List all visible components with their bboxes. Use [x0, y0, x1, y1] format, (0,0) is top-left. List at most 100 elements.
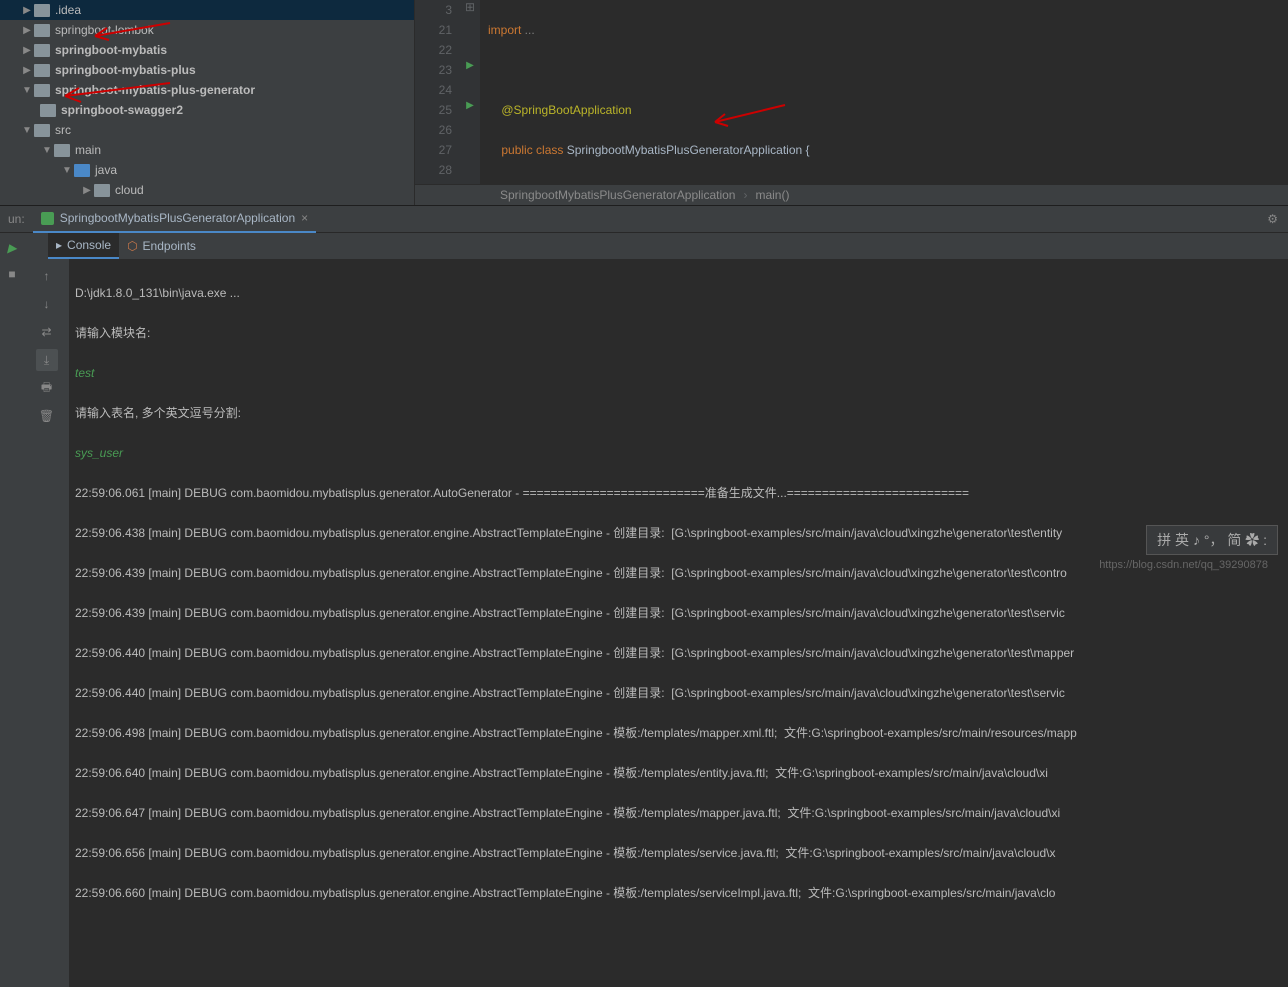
tree-label: springboot-mybatis-plus	[55, 63, 196, 77]
line-number: 25	[415, 100, 452, 120]
keyword: public	[501, 143, 536, 157]
endpoints-tab[interactable]: ⬡ Endpoints	[119, 233, 204, 259]
console-output[interactable]: D:\jdk1.8.0_131\bin\java.exe ... 请输入模块名:…	[69, 259, 1288, 987]
tree-label: java	[95, 163, 117, 177]
console-toolbar: ↑ ↓ ⇄ ⤓ 🖶 🗑	[24, 259, 69, 987]
wrap-button[interactable]: ⇄	[36, 321, 58, 343]
line-number: 23	[415, 60, 452, 80]
folder-icon	[34, 4, 50, 17]
console-line: 请输入表名, 多个英文逗号分割:	[75, 403, 1282, 423]
breadcrumb-item[interactable]: main()	[755, 188, 789, 202]
console-tabs: ▸ Console ⬡ Endpoints	[24, 233, 1288, 259]
rerun-button[interactable]: ▶	[1, 237, 23, 259]
run-config-icon	[41, 212, 54, 225]
console-line: 请输入模块名:	[75, 323, 1282, 343]
gear-icon[interactable]: ⚙	[1267, 212, 1278, 226]
console-line: 22:59:06.440 [main] DEBUG com.baomidou.m…	[75, 683, 1282, 703]
folder-icon	[40, 104, 56, 117]
clear-button[interactable]: 🗑	[36, 405, 58, 427]
up-button[interactable]: ↑	[36, 265, 58, 287]
print-button[interactable]: 🖶	[36, 377, 58, 399]
line-number: 21	[415, 20, 452, 40]
tree-item-mybatisplus[interactable]: springboot-mybatis-plus	[0, 60, 414, 80]
code-content[interactable]: import ... @SpringBootApplication public…	[480, 0, 1288, 184]
run-tabs-bar: un: SpringbootMybatisPlusGeneratorApplic…	[0, 205, 1288, 233]
run-config-tab[interactable]: SpringbootMybatisPlusGeneratorApplicatio…	[33, 205, 316, 233]
tree-item-mybatis[interactable]: springboot-mybatis	[0, 40, 414, 60]
editor-area: 3 21 22 23 24 25 26 27 28 ⊞ ▶ ▶ import .…	[415, 0, 1288, 205]
console-input: test	[75, 363, 1282, 383]
console-tab[interactable]: ▸ Console	[48, 233, 119, 259]
run-class-icon[interactable]: ▶	[460, 60, 480, 80]
folder-icon	[34, 84, 50, 97]
chevron-down-icon	[20, 85, 34, 96]
console-line: 22:59:06.439 [main] DEBUG com.baomidou.m…	[75, 603, 1282, 623]
breadcrumb-bar[interactable]: SpringbootMybatisPlusGeneratorApplicatio…	[415, 184, 1288, 205]
run-label: un:	[0, 212, 33, 226]
chevron-right-icon	[20, 65, 34, 76]
watermark-url: https://blog.csdn.net/qq_39290878	[1099, 559, 1268, 571]
close-icon[interactable]: ×	[301, 211, 308, 225]
project-tree[interactable]: .idea springboot-lombok springboot-mybat…	[0, 0, 415, 205]
console-tab-label: Console	[67, 238, 111, 252]
line-number: 27	[415, 140, 452, 160]
console-input: sys_user	[75, 443, 1282, 463]
breadcrumb-separator: ›	[743, 188, 747, 202]
gutter-icons: ⊞ ▶ ▶	[460, 0, 480, 184]
watermark-url-text: https://blog.csdn.net/qq_39290878	[1099, 559, 1268, 571]
folder-icon	[54, 144, 70, 157]
scroll-to-end-button[interactable]: ⤓	[36, 349, 58, 371]
tree-item-cloud[interactable]: cloud	[0, 180, 414, 200]
console-line: 22:59:06.440 [main] DEBUG com.baomidou.m…	[75, 643, 1282, 663]
folder-icon	[94, 184, 110, 197]
chevron-down-icon	[20, 125, 34, 136]
console-line: 22:59:06.438 [main] DEBUG com.baomidou.m…	[75, 523, 1282, 543]
run-method-icon[interactable]: ▶	[460, 100, 480, 120]
folder-icon	[34, 64, 50, 77]
breadcrumb-item[interactable]: SpringbootMybatisPlusGeneratorApplicatio…	[500, 188, 735, 202]
tree-item-swagger[interactable]: springboot-swagger2	[0, 100, 414, 120]
tree-label: springboot-mybatis	[55, 43, 167, 57]
keyword: import	[488, 23, 521, 37]
tree-label: springboot-lombok	[55, 23, 154, 37]
tree-label: springboot-mybatis-plus-generator	[55, 83, 255, 97]
line-number: 26	[415, 120, 452, 140]
tree-label: .idea	[55, 3, 81, 17]
chevron-right-icon	[20, 5, 34, 16]
tree-label: src	[55, 123, 71, 137]
tree-item-src[interactable]: src	[0, 120, 414, 140]
keyword: class	[536, 143, 567, 157]
folder-icon	[34, 124, 50, 137]
tree-item-java[interactable]: java	[0, 160, 414, 180]
console-icon: ▸	[56, 238, 62, 252]
stop-button[interactable]: ■	[1, 263, 23, 285]
chevron-right-icon	[80, 185, 94, 196]
annotation: @SpringBootApplication	[501, 103, 631, 117]
run-config-label: SpringbootMybatisPlusGeneratorApplicatio…	[60, 211, 295, 225]
code-editor[interactable]: 3 21 22 23 24 25 26 27 28 ⊞ ▶ ▶ import .…	[415, 0, 1288, 184]
tree-item-lombok[interactable]: springboot-lombok	[0, 20, 414, 40]
console-line: 22:59:06.656 [main] DEBUG com.baomidou.m…	[75, 843, 1282, 863]
code-text: ...	[521, 23, 534, 37]
endpoints-icon: ⬡	[127, 239, 137, 253]
chevron-down-icon	[40, 145, 54, 156]
line-gutter: 3 21 22 23 24 25 26 27 28	[415, 0, 460, 184]
console-line: 22:59:06.061 [main] DEBUG com.baomidou.m…	[75, 483, 1282, 503]
line-number: 28	[415, 160, 452, 180]
chevron-down-icon	[60, 165, 74, 176]
line-number: 22	[415, 40, 452, 60]
watermark-text: 拼 英 ♪ °， 简 ✿ :	[1157, 532, 1267, 548]
fold-icon[interactable]: ⊞	[460, 0, 480, 20]
tree-label: main	[75, 143, 101, 157]
endpoints-tab-label: Endpoints	[143, 239, 196, 253]
console-line: 22:59:06.647 [main] DEBUG com.baomidou.m…	[75, 803, 1282, 823]
folder-icon	[74, 164, 90, 177]
tree-item-idea[interactable]: .idea	[0, 0, 414, 20]
tree-item-generator[interactable]: springboot-mybatis-plus-generator	[0, 80, 414, 100]
chevron-right-icon	[20, 25, 34, 36]
watermark: 拼 英 ♪ °， 简 ✿ :	[1146, 525, 1278, 555]
console-line: 22:59:06.660 [main] DEBUG com.baomidou.m…	[75, 883, 1282, 903]
console-line: 22:59:06.640 [main] DEBUG com.baomidou.m…	[75, 763, 1282, 783]
tree-item-main[interactable]: main	[0, 140, 414, 160]
down-button[interactable]: ↓	[36, 293, 58, 315]
